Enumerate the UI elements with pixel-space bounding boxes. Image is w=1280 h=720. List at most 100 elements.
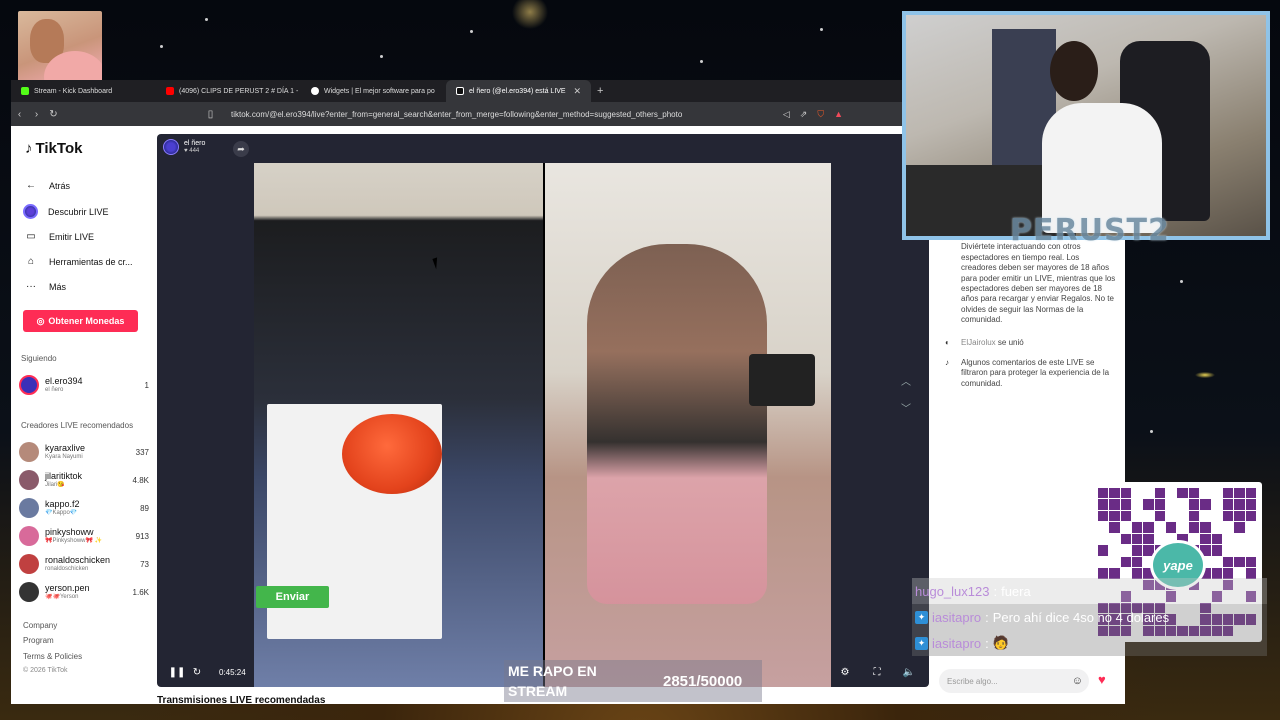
qr-module [1098,522,1109,533]
qr-module [1166,499,1177,510]
footer-link-program[interactable]: Program [23,636,54,645]
qr-module [1188,488,1200,499]
coin-icon: ◎ [36,315,45,326]
qr-module [1245,488,1256,499]
close-tab-icon[interactable]: ✕ [573,86,581,97]
overlay-chat-line: hugo_lux123 : fuera [912,578,1267,604]
recommended-account[interactable]: pinkyshoww 🎀Pinkyshoww🎀 ✨ 913 [19,524,149,548]
sidebar-item-discover-live[interactable]: Descubrir LIVE [23,199,133,224]
url-field[interactable]: tiktok.com/@el.ero394/live?enter_from=ge… [231,110,783,119]
back-icon[interactable]: ‹ [11,109,28,120]
rewards-icon[interactable]: ▲ [834,109,843,120]
forward-icon[interactable]: › [28,109,45,120]
streamer-head [1050,41,1098,101]
volume-icon[interactable]: 🔈 [899,667,919,678]
sub-badge-icon: ✦ [915,636,928,650]
live-ring-icon [23,204,38,219]
handprint-poster [749,354,815,406]
recommended-creators-heading: Creadores LIVE recomendados [21,421,134,430]
avatar [19,526,39,546]
sidebar-item-more[interactable]: ··· Más [23,274,133,299]
tab-label: Stream - Kick Dashboard [34,87,113,95]
recommended-account[interactable]: kyaraxlive Kyara Nayumi 337 [19,440,149,464]
fullscreen-icon[interactable]: ⛶ [867,667,887,678]
tiktok-note-icon: ♪ [25,140,33,157]
chevron-down-icon[interactable]: ﹀ [901,400,911,415]
recommended-account[interactable]: yerson.pen 🐙🐙Yerson 1.6K [19,580,149,604]
sidebar-item-creator-tools[interactable]: ⌂ Herramientas de cr... [23,249,133,274]
reload-icon[interactable]: ↻ [45,109,62,120]
qr-module [1143,533,1154,545]
mute-icon[interactable]: ◁ [783,109,790,120]
qr-module [1245,545,1256,556]
account-subname: ronaldoschicken [45,565,89,572]
qr-module [1166,488,1177,499]
recommended-account[interactable]: ronaldoschicken ronaldoschicken 73 [19,552,149,576]
get-coins-label: Obtener Monedas [48,316,125,326]
bookmark-icon[interactable]: ▯ [202,109,219,120]
qr-module [1222,499,1234,510]
recommended-account[interactable]: jilaritiktok Jilari😘 4.8K [19,468,149,492]
qr-module [1234,545,1245,556]
tiktok-logo[interactable]: ♪ TikTok [25,140,82,157]
refresh-icon[interactable]: ↻ [187,667,207,678]
qr-module [1177,488,1188,499]
account-name: kappo.f2 [45,499,80,510]
star [160,45,163,48]
avatar-face-graphic [342,414,442,494]
qr-module [1234,533,1245,545]
sidebar-item-label: Emitir LIVE [49,231,95,242]
emoji-icon[interactable]: ☺ [1072,675,1083,687]
account-name: kyaraxlive [45,443,86,454]
footer-link-terms[interactable]: Terms & Policies [23,652,82,661]
chat-input[interactable]: Escribe algo... ☺ [939,669,1089,693]
qr-module [1234,488,1245,499]
settings-icon[interactable]: ⚙ [835,667,855,678]
account-names: pinkyshoww 🎀Pinkyshoww🎀 ✨ [45,527,136,544]
new-tab-button[interactable]: + [597,85,603,97]
get-coins-button[interactable]: ◎ Obtener Monedas [23,310,138,332]
avatar [19,554,39,574]
account-name: ronaldoschicken [45,555,111,566]
qr-module [1222,545,1234,556]
chat-user: hugo_lux123 [915,583,990,599]
stream-timer: 0:45:24 [219,667,246,677]
sidebar-item-back[interactable]: ← Atrás [23,172,133,199]
qr-module [1222,510,1234,522]
account-subname: Kyara Nayumi [45,453,83,460]
message-user[interactable]: ElJairolux [961,338,996,347]
qr-module [1098,488,1109,499]
sidebar-item-go-live[interactable]: ▭ Emitir LIVE [23,224,133,249]
chat-separator: : [985,609,989,625]
star [470,30,473,33]
youtube-icon [166,87,174,95]
viewer-count: 89 [140,503,149,513]
share-icon[interactable]: ➦ [233,141,249,157]
qr-module [1154,499,1166,510]
brave-shield-icon[interactable]: ⛉ [817,109,824,120]
live-player[interactable]: el ñero ♥ 444 ➦ Enviar ︿ ﹀ ❚❚ ↻ 0:45:24 … [157,134,929,687]
qr-module [1109,510,1120,522]
qr-module [1177,522,1188,533]
heart-icon[interactable]: ♥ [1098,672,1106,687]
browser-tab[interactable]: Stream - Kick Dashboard [11,80,156,102]
qr-module [1132,533,1143,545]
following-account[interactable]: el.ero394 el ñero 1 [19,373,149,397]
host-chip[interactable]: el ñero ♥ 444 [163,139,205,155]
footer-link-company[interactable]: Company [23,621,57,630]
qr-module [1222,533,1234,545]
home-icon: ⌂ [27,256,35,267]
avatar [19,470,39,490]
browser-tab[interactable]: (4096) CLIPS DE PERUST 2 # DÍA 1 - [156,80,301,102]
star [700,60,703,63]
browser-tab[interactable]: Widgets | El mejor software para po [301,80,446,102]
browser-tab-active[interactable]: el ñero (@el.ero394) está LIVE ✕ [446,80,591,102]
recommended-account[interactable]: kappo.f2 💎Kappo💎 89 [19,496,149,520]
qr-module [1200,510,1211,522]
chevron-up-icon[interactable]: ︿ [901,373,911,388]
qr-module [1154,488,1166,499]
share-icon[interactable]: ⇗ [800,109,808,120]
qr-module [1120,533,1132,545]
qr-module [1222,556,1234,568]
pause-icon[interactable]: ❚❚ [167,667,187,678]
